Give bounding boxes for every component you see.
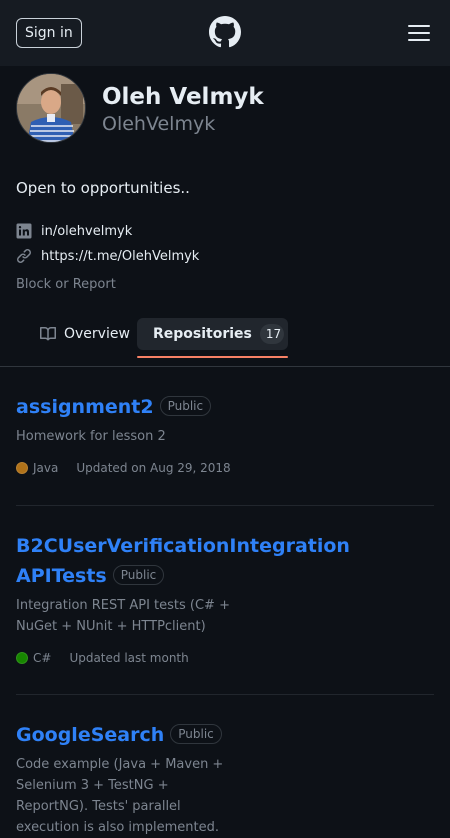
repo-updated: Updated on Aug 29, 2018 [76,461,231,475]
block-or-report-link[interactable]: Block or Report [16,277,116,292]
repo-item: GoogleSearch Public Code example (Java + … [16,720,434,838]
profile-full-name: Oleh Velmyk [102,84,264,110]
top-bar: Sign in [0,0,450,66]
profile-tabs: Overview Repositories 17 [0,318,450,367]
repo-item: assignment2 Public Homework for lesson 2 … [16,392,434,475]
github-mark-icon[interactable] [209,16,241,48]
repo-name-link[interactable]: GoogleSearch [16,724,164,746]
hamburger-icon[interactable] [403,20,435,46]
active-tab-underline [137,356,288,358]
website-link[interactable]: https://t.me/OlehVelmyk [16,248,199,264]
linkedin-icon [16,223,32,239]
visibility-badge: Public [112,565,165,585]
website-link-text[interactable]: https://t.me/OlehVelmyk [41,249,199,264]
profile-bio: Open to opportunities.. [16,179,190,197]
linkedin-link-text[interactable]: in/olehvelmyk [41,224,132,239]
book-icon [40,326,56,341]
repo-description: Code example (Java + Maven + Selenium 3 … [16,757,224,835]
avatar[interactable] [16,73,86,143]
repo-divider [16,505,434,506]
repo-description: Integration REST API tests (C# + NuGet +… [16,598,230,634]
repo-item: B2CUserVerificationIntegrationAPITests Pu… [16,531,434,665]
repo-name-link[interactable]: assignment2 [16,396,154,418]
profile-username: OlehVelmyk [102,113,216,135]
visibility-badge: Public [170,724,222,744]
language-color-dot [16,462,28,474]
repo-name-link[interactable]: B2CUserVerificationIntegrationAPITests [16,535,350,587]
repo-description: Homework for lesson 2 [16,429,166,444]
link-icon [16,248,32,264]
linkedin-link[interactable]: in/olehvelmyk [16,223,132,239]
repo-language: C# [33,651,52,665]
repo-language: Java [33,461,59,475]
repo-updated: Updated last month [69,651,189,665]
repo-divider [16,694,434,695]
tab-overview-label: Overview [64,326,130,342]
tab-overview[interactable]: Overview [32,318,138,350]
tab-repositories[interactable]: Repositories 17 [137,318,288,350]
tab-repositories-label: Repositories [153,326,252,342]
language-color-dot [16,652,28,664]
repositories-count-badge: 17 [259,324,284,344]
sign-in-button[interactable]: Sign in [16,18,82,48]
visibility-badge: Public [159,396,212,416]
